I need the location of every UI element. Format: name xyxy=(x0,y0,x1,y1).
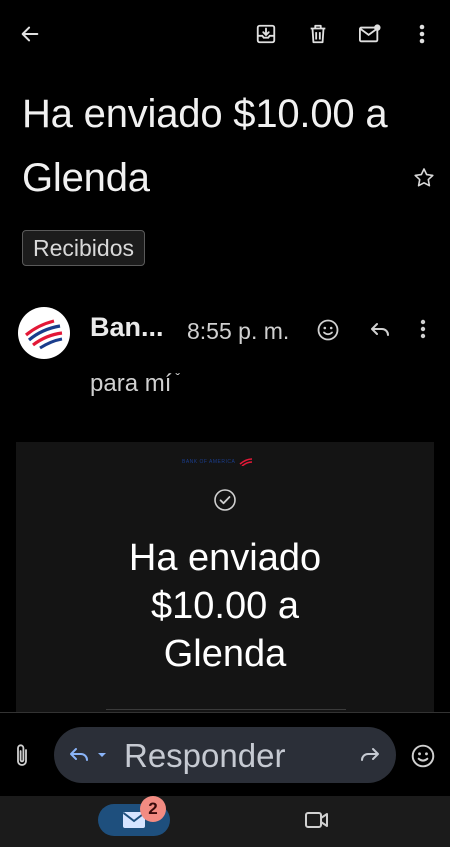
reply-mode-icon[interactable] xyxy=(68,743,112,772)
mark-unread-icon[interactable] xyxy=(356,20,384,48)
chevron-down-icon[interactable]: ˇ xyxy=(175,370,180,386)
sender-name[interactable]: Ban... xyxy=(90,312,164,343)
reply-bar: Responder xyxy=(0,712,450,797)
bank-flag-icon xyxy=(239,458,253,466)
bottom-nav: 2 xyxy=(0,796,450,847)
reply-placeholder: Responder xyxy=(124,737,286,774)
email-subject: Ha enviado $10.00 a Glenda xyxy=(22,92,388,200)
recipient-text: para mí xyxy=(90,370,172,397)
bank-logo-text: BANK OF AMERICA xyxy=(182,459,236,465)
check-circle-icon xyxy=(213,488,237,517)
attach-icon[interactable] xyxy=(14,743,30,774)
star-icon[interactable] xyxy=(412,166,436,190)
email-body: BANK OF AMERICA Ha enviado $10.00 a Glen… xyxy=(16,442,434,712)
forward-icon[interactable] xyxy=(358,743,382,772)
divider xyxy=(106,709,346,710)
reply-icon[interactable] xyxy=(368,318,392,347)
reply-input[interactable]: Responder xyxy=(54,727,396,783)
top-app-bar xyxy=(0,0,450,70)
body-headline: Ha enviado $10.00 a Glenda xyxy=(128,537,322,675)
emoji-icon[interactable] xyxy=(410,743,436,774)
label-chip[interactable]: Recibidos xyxy=(22,230,145,266)
email-time: 8:55 p. m. xyxy=(187,318,290,344)
unread-count-badge: 2 xyxy=(140,796,166,822)
delete-icon[interactable] xyxy=(304,20,332,48)
back-arrow-icon[interactable] xyxy=(16,20,44,48)
recipient-line[interactable]: para mí ˇ xyxy=(90,370,180,398)
avatar[interactable] xyxy=(18,307,70,359)
archive-icon[interactable] xyxy=(252,20,280,48)
bank-logo-icon xyxy=(24,319,63,350)
emoji-reaction-icon[interactable] xyxy=(316,318,340,347)
more-vert-icon[interactable] xyxy=(408,20,436,48)
bank-logo: BANK OF AMERICA xyxy=(182,456,272,468)
video-icon[interactable] xyxy=(304,810,330,835)
message-more-icon[interactable] xyxy=(420,318,426,345)
